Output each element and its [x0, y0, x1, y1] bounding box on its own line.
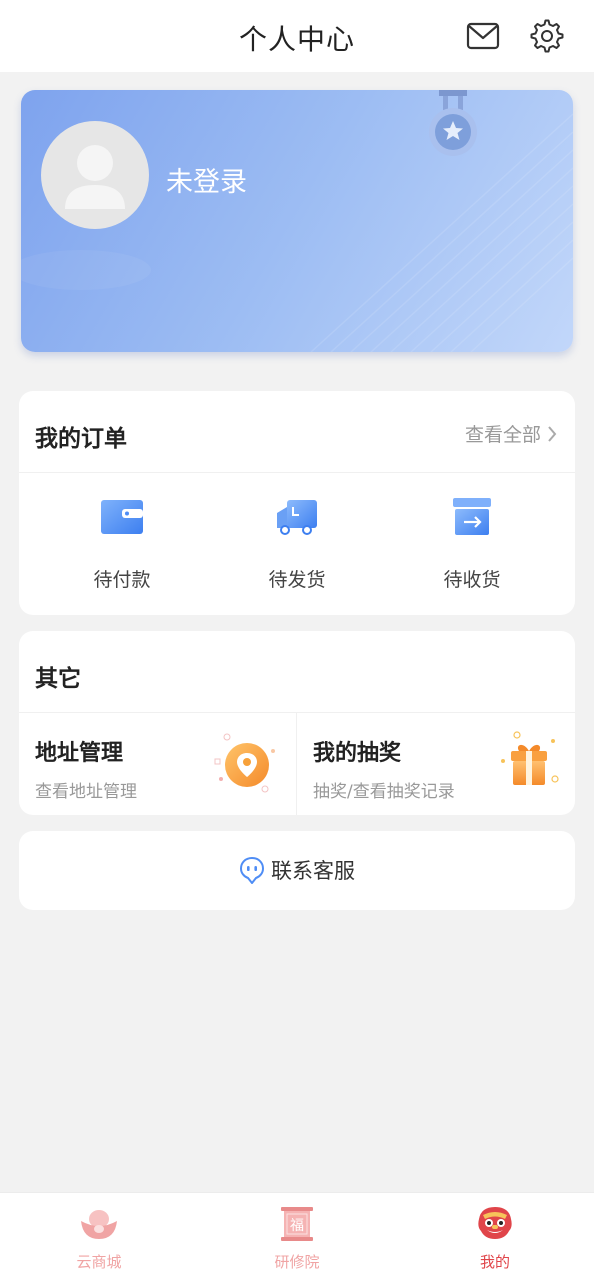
- my-lottery-tile[interactable]: 我的抽奖 抽奖/查看抽奖记录: [297, 713, 575, 815]
- order-label: 待发货: [268, 569, 326, 591]
- bottom-tab-bar: 云商城 福 研修院 我的: [0, 1192, 594, 1280]
- avatar[interactable]: [41, 121, 149, 229]
- fu-scroll-icon: 福: [281, 1207, 313, 1241]
- view-all-orders-link[interactable]: 查看全部: [465, 420, 557, 447]
- orders-card: 我的订单 查看全部 待付款 待发货 待收货: [19, 391, 575, 615]
- mail-icon[interactable]: [466, 20, 500, 52]
- gear-icon[interactable]: [530, 19, 564, 53]
- others-title: 其它: [35, 666, 81, 692]
- lion-icon: [478, 1207, 512, 1239]
- tab-label: 研修院: [274, 1253, 320, 1271]
- page-title: 个人中心: [238, 23, 355, 56]
- tab-institute[interactable]: 福 研修院: [237, 1205, 357, 1272]
- tab-cloud-mall[interactable]: 云商城: [39, 1205, 159, 1272]
- tab-mine[interactable]: 我的: [435, 1205, 555, 1272]
- top-bar: 个人中心: [0, 0, 594, 72]
- order-label: 待收货: [443, 569, 501, 591]
- tab-label: 我的: [479, 1253, 510, 1271]
- contact-service-label: 联系客服: [271, 859, 355, 883]
- order-pending-payment[interactable]: 待付款: [62, 497, 182, 592]
- tile-title: 地址管理: [35, 741, 124, 766]
- address-management-tile[interactable]: 地址管理 查看地址管理: [19, 713, 296, 815]
- others-card: 其它 地址管理 查看地址管理 我的抽奖 抽奖/查看抽奖记录: [19, 631, 575, 815]
- login-status[interactable]: 未登录: [166, 160, 247, 199]
- tile-title: 我的抽奖: [313, 741, 402, 766]
- order-label: 待付款: [93, 569, 151, 591]
- chat-icon: [239, 856, 265, 884]
- svg-text:福: 福: [290, 1218, 304, 1234]
- medal-icon: [429, 90, 477, 156]
- tile-subtitle: 抽奖/查看抽奖记录: [313, 782, 455, 802]
- box-icon: [453, 498, 491, 535]
- ingot-icon: [81, 1210, 117, 1239]
- wallet-icon: [101, 500, 143, 534]
- view-all-label: 查看全部: [464, 424, 541, 446]
- profile-card[interactable]: 未登录: [21, 90, 573, 352]
- tile-subtitle: 查看地址管理: [35, 782, 137, 802]
- chevron-right-icon: [548, 425, 557, 442]
- avatar-placeholder-icon: [65, 145, 125, 209]
- order-pending-shipment[interactable]: 待发货: [237, 497, 357, 592]
- location-icon: [214, 733, 275, 793]
- truck-icon: [277, 500, 317, 535]
- tab-label: 云商城: [76, 1253, 122, 1271]
- divider: [19, 472, 575, 473]
- orders-title: 我的订单: [35, 426, 127, 452]
- gift-icon: [501, 731, 559, 785]
- order-pending-receipt[interactable]: 待收货: [412, 497, 532, 592]
- contact-service-button[interactable]: 联系客服: [19, 831, 575, 910]
